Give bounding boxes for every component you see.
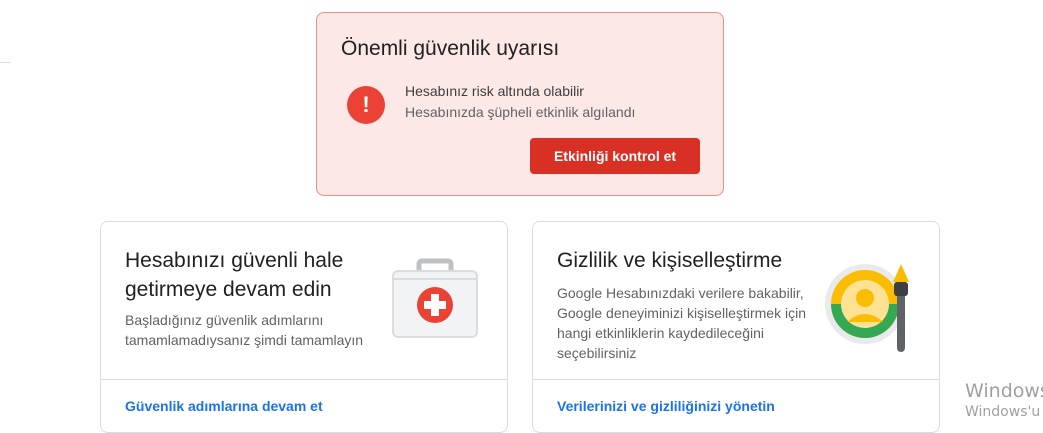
continue-security-steps-link[interactable]: Güvenlik adımlarına devam et: [125, 398, 323, 414]
alert-message: Hesabınız risk altında olabilir: [405, 83, 584, 99]
check-activity-button[interactable]: Etkinliği kontrol et: [530, 138, 700, 174]
alert-title: Önemli güvenlik uyarısı: [341, 37, 560, 60]
privacy-person-brush-icon: [823, 260, 923, 361]
privacy-card: Gizlilik ve kişiselleştirme Google Hesab…: [532, 221, 940, 433]
card-title: Hesabınızı güvenli hale getirmeye devam …: [125, 249, 344, 301]
card-description: Başladığınız güvenlik adımlarını tamamla…: [125, 312, 364, 348]
secure-account-card: Hesabınızı güvenli hale getirmeye devam …: [100, 221, 508, 433]
alert-detail: Hesabınızda şüpheli etkinlik algılandı: [405, 104, 636, 120]
card-divider: [101, 379, 507, 380]
exclamation-icon: !: [347, 86, 385, 124]
windows-activation-watermark-text: Windows'u e: [965, 404, 1043, 420]
left-divider: [0, 62, 10, 63]
card-description: Google Hesabınızdaki verilere bakabilir,…: [557, 285, 806, 361]
security-alert-card: Önemli güvenlik uyarısı ! Hesabınız risk…: [316, 12, 724, 196]
windows-activation-watermark-title: Windows: [965, 380, 1043, 402]
card-divider: [533, 379, 939, 380]
manage-data-privacy-link[interactable]: Verilerinizi ve gizliliğinizi yönetin: [557, 398, 775, 414]
first-aid-kit-icon: [389, 257, 481, 344]
card-title: Gizlilik ve kişiselleştirme: [557, 249, 783, 272]
